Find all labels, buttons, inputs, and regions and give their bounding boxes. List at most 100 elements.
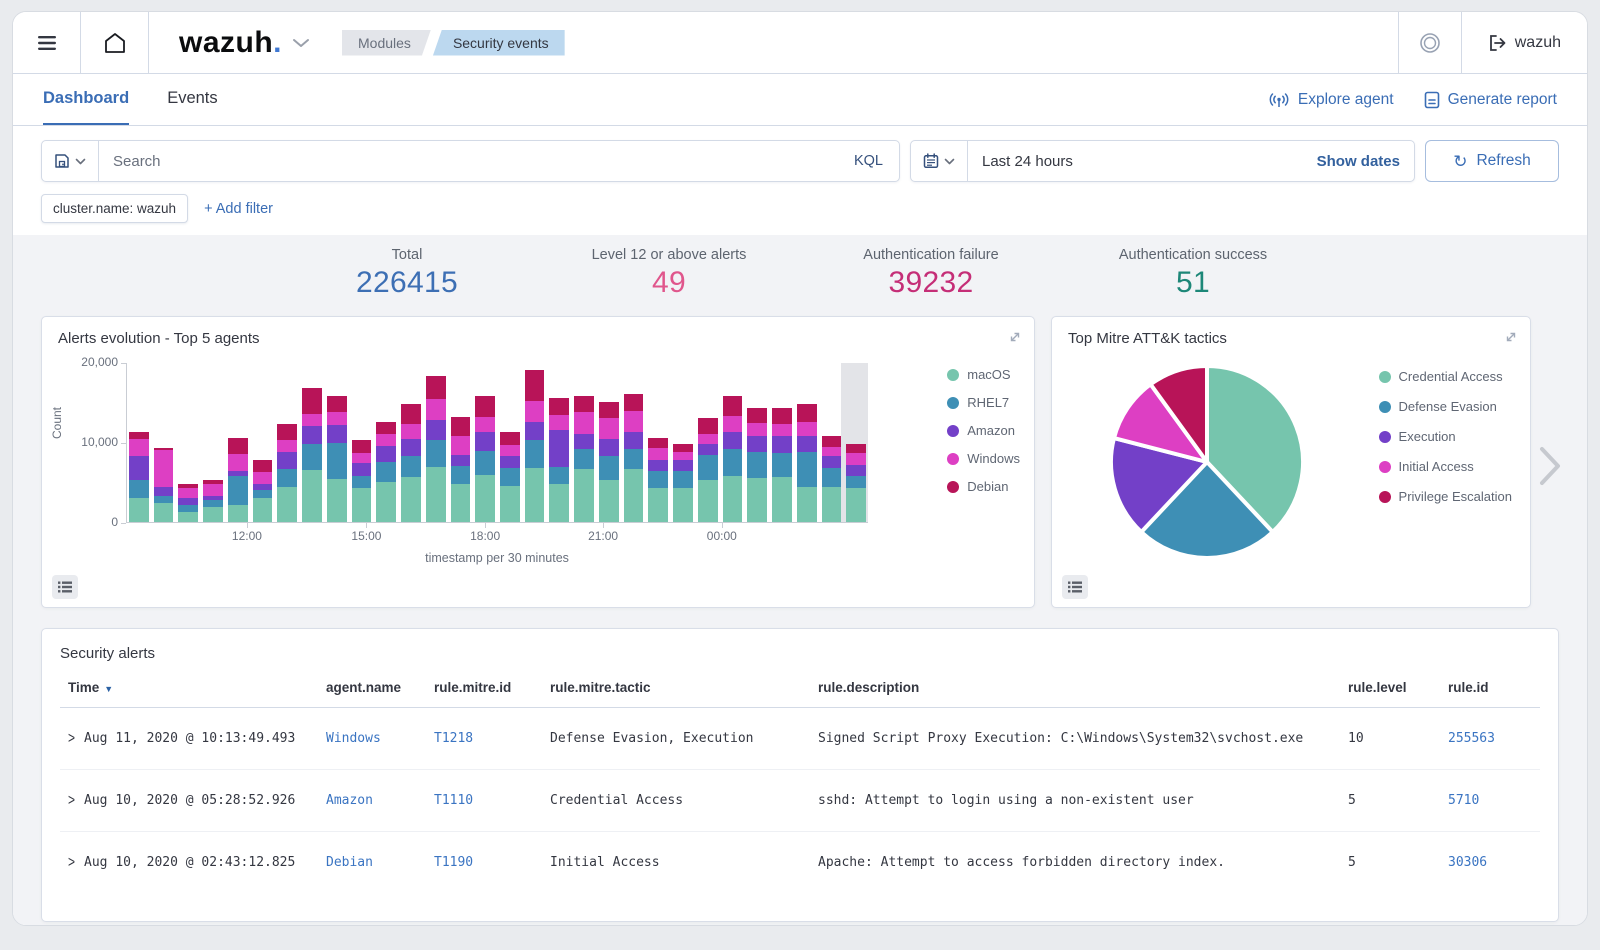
stacked-bar[interactable] bbox=[228, 438, 248, 522]
bar-segment-debian[interactable] bbox=[253, 460, 273, 472]
bar-segment-macos[interactable] bbox=[723, 476, 743, 522]
bar-segment-windows[interactable] bbox=[574, 412, 594, 434]
bar-segment-rhel7[interactable] bbox=[599, 456, 619, 479]
bar-segment-macos[interactable] bbox=[549, 484, 569, 522]
bar-segment-debian[interactable] bbox=[648, 438, 668, 448]
legend-item-privilege-escalation[interactable]: Privilege Escalation bbox=[1379, 489, 1512, 504]
rule-id-link[interactable]: 255563 bbox=[1448, 731, 1495, 746]
legend-toggle-button[interactable] bbox=[1062, 575, 1088, 599]
bar-segment-rhel7[interactable] bbox=[253, 490, 273, 498]
expand-icon[interactable] bbox=[1504, 330, 1518, 344]
saved-queries-button[interactable] bbox=[42, 141, 99, 181]
rule-id-link[interactable]: 30306 bbox=[1448, 855, 1487, 870]
stacked-bar[interactable] bbox=[376, 422, 396, 522]
bar-segment-amazon[interactable] bbox=[327, 425, 347, 443]
expand-row-icon[interactable]: > bbox=[68, 791, 75, 809]
bar-segment-amazon[interactable] bbox=[352, 463, 372, 476]
stacked-bar[interactable] bbox=[846, 444, 866, 522]
bar-segment-rhel7[interactable] bbox=[178, 505, 198, 512]
column-header-agent[interactable]: agent.name bbox=[318, 668, 426, 708]
bar-segment-amazon[interactable] bbox=[747, 436, 767, 452]
bar-segment-debian[interactable] bbox=[376, 422, 396, 434]
bar-segment-windows[interactable] bbox=[302, 414, 322, 426]
tab-dashboard[interactable]: Dashboard bbox=[43, 74, 129, 125]
kql-language-button[interactable]: KQL bbox=[838, 153, 899, 169]
bar-segment-amazon[interactable] bbox=[599, 439, 619, 457]
stacked-bar[interactable] bbox=[574, 396, 594, 522]
bar-segment-windows[interactable] bbox=[673, 452, 693, 461]
scroll-right-chevron[interactable] bbox=[1537, 444, 1563, 488]
bar-segment-macos[interactable] bbox=[253, 498, 273, 522]
show-dates-button[interactable]: Show dates bbox=[1303, 153, 1414, 170]
bar-segment-debian[interactable] bbox=[500, 432, 520, 446]
bar-segment-amazon[interactable] bbox=[154, 487, 174, 497]
column-header-tactic[interactable]: rule.mitre.tactic bbox=[542, 668, 810, 708]
brand-logo[interactable]: wazuh. bbox=[179, 26, 282, 60]
bar-segment-debian[interactable] bbox=[747, 408, 767, 423]
bar-segment-amazon[interactable] bbox=[401, 439, 421, 456]
filter-pill-cluster-name[interactable]: cluster.name: wazuh bbox=[41, 194, 188, 223]
bar-segment-macos[interactable] bbox=[178, 512, 198, 522]
stacked-bar[interactable] bbox=[525, 370, 545, 522]
bar-segment-amazon[interactable] bbox=[376, 446, 396, 462]
bar-segment-debian[interactable] bbox=[549, 398, 569, 415]
bar-segment-rhel7[interactable] bbox=[376, 462, 396, 482]
stacked-bar[interactable] bbox=[648, 438, 668, 522]
bar-segment-windows[interactable] bbox=[698, 434, 718, 444]
mitre-id-link[interactable]: T1218 bbox=[434, 731, 473, 746]
table-row[interactable]: >Aug 11, 2020 @ 10:13:49.493WindowsT1218… bbox=[60, 708, 1540, 770]
bar-segment-amazon[interactable] bbox=[549, 430, 569, 467]
bar-segment-amazon[interactable] bbox=[426, 420, 446, 439]
stacked-bar[interactable] bbox=[599, 402, 619, 522]
bar-segment-rhel7[interactable] bbox=[846, 476, 866, 487]
stacked-bar[interactable] bbox=[203, 480, 223, 522]
bar-segment-macos[interactable] bbox=[475, 475, 495, 522]
bar-segment-windows[interactable] bbox=[451, 436, 471, 454]
bar-segment-windows[interactable] bbox=[624, 411, 644, 432]
bar-segment-macos[interactable] bbox=[772, 477, 792, 522]
bar-segment-rhel7[interactable] bbox=[327, 443, 347, 479]
legend-item-debian[interactable]: Debian bbox=[947, 479, 1020, 494]
home-button[interactable] bbox=[81, 12, 149, 73]
bar-segment-windows[interactable] bbox=[178, 488, 198, 498]
bar-segment-debian[interactable] bbox=[525, 370, 545, 401]
mitre-id-link[interactable]: T1190 bbox=[434, 855, 473, 870]
bar-segment-debian[interactable] bbox=[327, 396, 347, 413]
bar-segment-rhel7[interactable] bbox=[500, 468, 520, 486]
bar-segment-amazon[interactable] bbox=[772, 436, 792, 454]
stacked-bar[interactable] bbox=[549, 398, 569, 522]
bar-segment-amazon[interactable] bbox=[822, 456, 842, 468]
bar-segment-debian[interactable] bbox=[698, 418, 718, 434]
stacked-bar[interactable] bbox=[129, 432, 149, 522]
bar-segment-rhel7[interactable] bbox=[228, 476, 248, 505]
bar-segment-debian[interactable] bbox=[624, 394, 644, 411]
bar-segment-amazon[interactable] bbox=[723, 432, 743, 450]
stacked-bar[interactable] bbox=[253, 460, 273, 522]
stacked-bar[interactable] bbox=[698, 418, 718, 522]
bar-segment-macos[interactable] bbox=[797, 487, 817, 522]
stacked-bar[interactable] bbox=[426, 376, 446, 522]
legend-item-rhel7[interactable]: RHEL7 bbox=[947, 395, 1020, 410]
bar-segment-macos[interactable] bbox=[277, 487, 297, 522]
bar-segment-macos[interactable] bbox=[451, 484, 471, 522]
bar-segment-windows[interactable] bbox=[648, 448, 668, 460]
column-header-level[interactable]: rule.level bbox=[1340, 668, 1440, 708]
bar-segment-amazon[interactable] bbox=[302, 426, 322, 444]
bar-segment-macos[interactable] bbox=[525, 468, 545, 522]
column-header-time[interactable]: Time▼ bbox=[60, 668, 318, 708]
bar-segment-rhel7[interactable] bbox=[822, 468, 842, 486]
bar-segment-macos[interactable] bbox=[352, 488, 372, 522]
bar-segment-windows[interactable] bbox=[797, 422, 817, 436]
bar-segment-macos[interactable] bbox=[500, 486, 520, 522]
bar-segment-rhel7[interactable] bbox=[549, 467, 569, 484]
stacked-bar[interactable] bbox=[500, 432, 520, 522]
bar-segment-windows[interactable] bbox=[500, 445, 520, 456]
bar-segment-rhel7[interactable] bbox=[698, 455, 718, 481]
rule-id-link[interactable]: 5710 bbox=[1448, 793, 1479, 808]
bar-segment-rhel7[interactable] bbox=[747, 452, 767, 478]
bar-segment-macos[interactable] bbox=[426, 467, 446, 522]
bar-segment-windows[interactable] bbox=[352, 453, 372, 463]
bar-segment-rhel7[interactable] bbox=[129, 480, 149, 498]
bar-segment-windows[interactable] bbox=[723, 416, 743, 431]
legend-item-defense-evasion[interactable]: Defense Evasion bbox=[1379, 399, 1512, 414]
